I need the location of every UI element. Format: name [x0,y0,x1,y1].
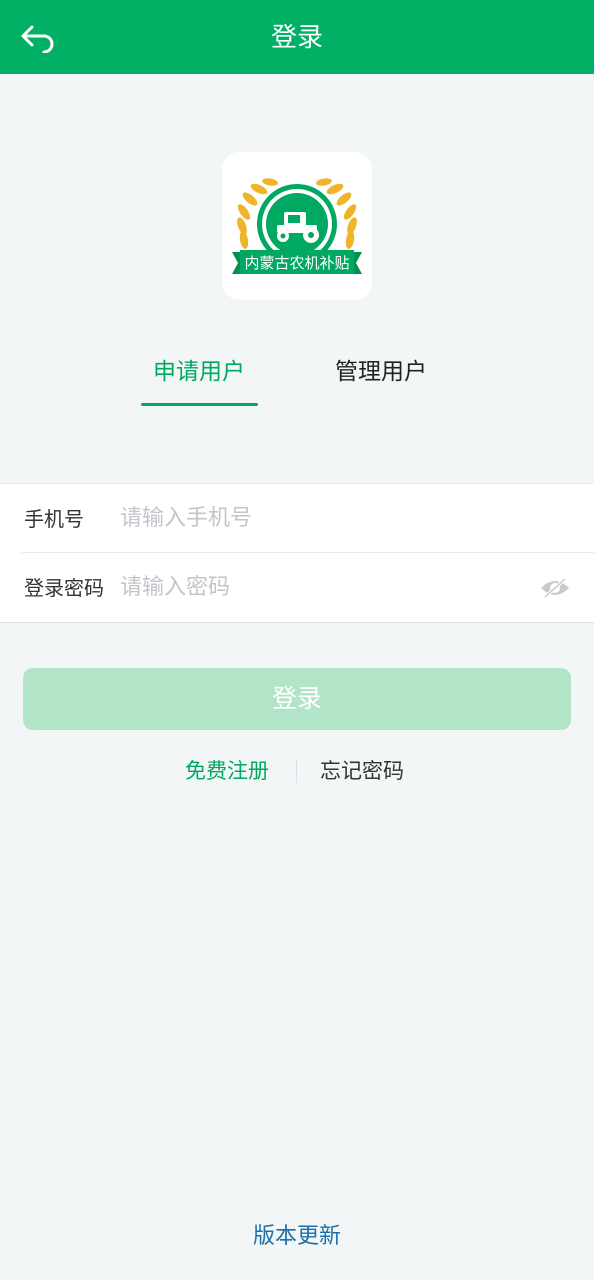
password-row: 登录密码 [0,553,594,621]
eye-hidden-icon [541,577,569,599]
phone-label: 手机号 [24,507,84,531]
active-tab-indicator [141,403,258,406]
tab-admin-user[interactable]: 管理用户 [322,352,440,396]
login-button[interactable]: 登录 [23,668,571,730]
app-logo: 内蒙古农机补贴 [222,152,372,300]
page-title: 登录 [270,23,323,53]
version-update-link[interactable]: 版本更新 [0,1220,594,1254]
phone-input[interactable] [118,496,522,540]
register-link[interactable]: 免费注册 [185,754,269,788]
link-divider [296,759,297,783]
login-form: 手机号 登录密码 [0,483,594,623]
app-header: 登录 [0,0,594,74]
password-label: 登录密码 [24,576,104,600]
password-input[interactable] [118,565,522,609]
logo-text: 内蒙古农机补贴 [244,254,349,272]
tab-applicant-user[interactable]: 申请用户 [140,352,258,396]
forgot-password-link[interactable]: 忘记密码 [320,754,404,788]
phone-row: 手机号 [0,484,594,553]
toggle-password-visibility[interactable] [538,571,572,605]
